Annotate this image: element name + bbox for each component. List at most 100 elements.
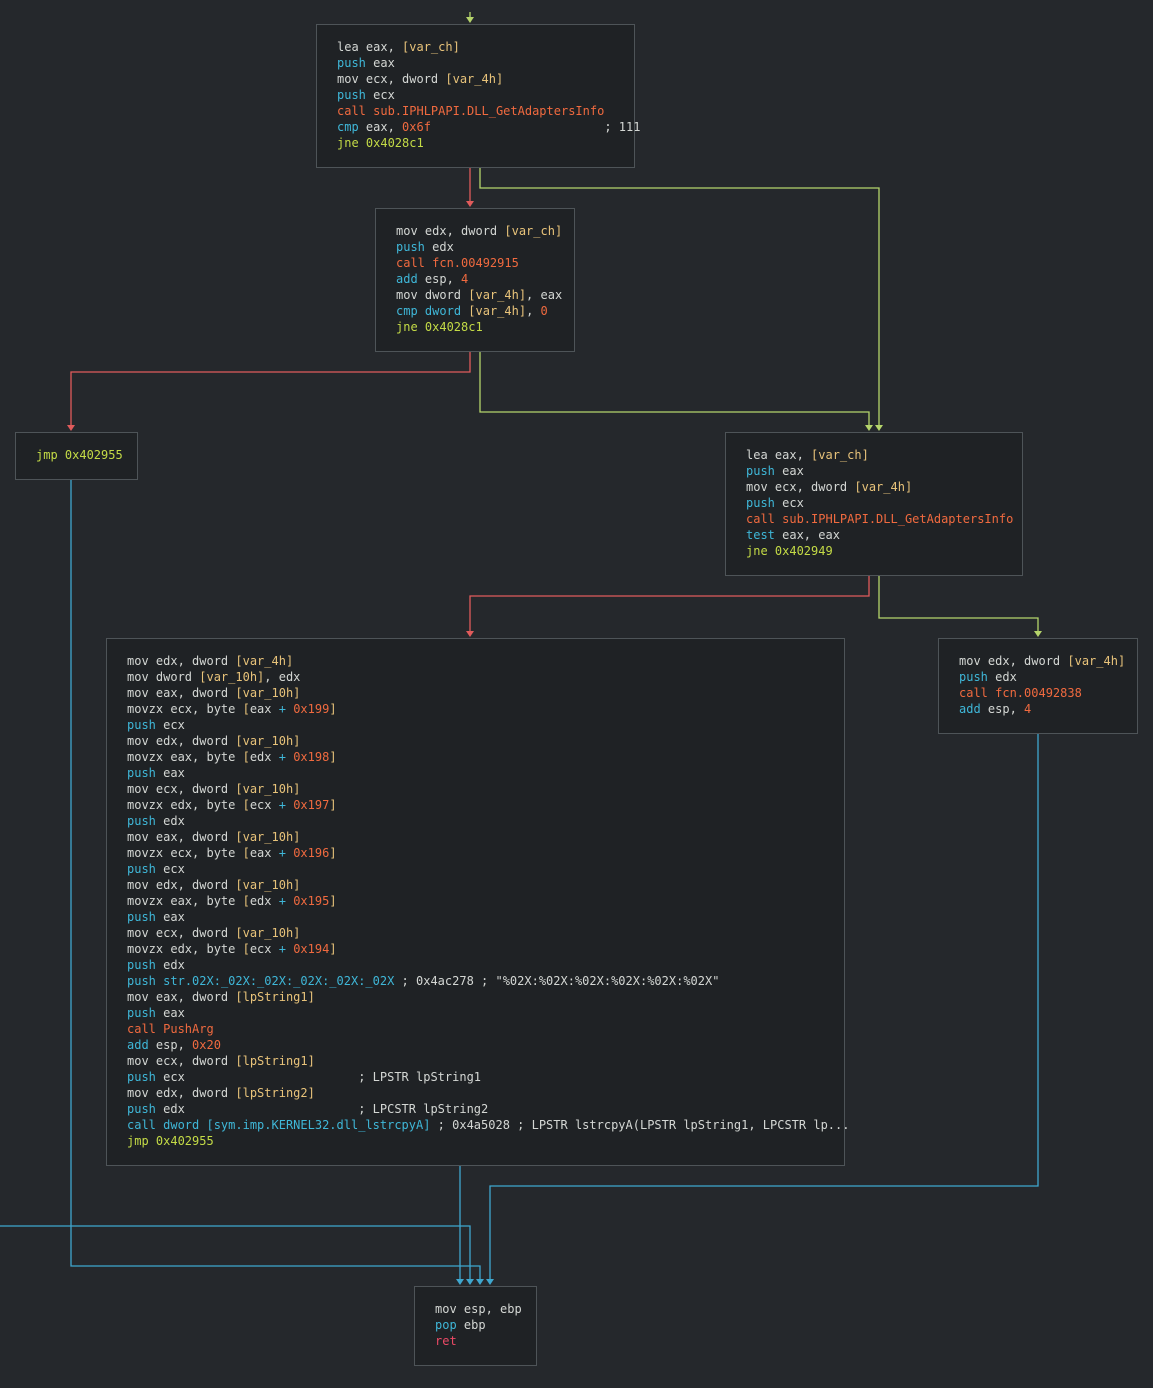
asm-line[interactable]: movzx edx, byte [ecx + 0x197]	[127, 797, 849, 813]
asm-token: 4	[1024, 702, 1032, 716]
asm-line[interactable]: push ecx	[127, 861, 849, 877]
block-b7[interactable]: mov esp, ebp pop ebp ret	[414, 1286, 537, 1366]
asm-token: 0x6f	[402, 120, 431, 134]
asm-line[interactable]: mov ecx, dword [var_4h]	[337, 71, 640, 87]
asm-line[interactable]: mov dword [var_10h], edx	[127, 669, 849, 685]
asm-line[interactable]: push ecx	[337, 87, 640, 103]
asm-line[interactable]: call PushArg	[127, 1021, 849, 1037]
asm-token: esp,	[417, 272, 462, 286]
asm-line[interactable]: mov edx, dword [lpString2]	[127, 1085, 849, 1101]
asm-token: str.02X:_02X:_02X:_02X:_02X:_02X	[163, 974, 395, 988]
asm-line[interactable]: mov edx, dword [var_10h]	[127, 733, 849, 749]
asm-token: ecx	[249, 798, 279, 812]
edge-b1-b4-arrow	[875, 425, 883, 431]
asm-line[interactable]: add esp, 4	[959, 701, 1125, 717]
asm-line[interactable]: cmp dword [var_4h], 0	[396, 303, 562, 319]
edge-b2-b4	[479, 352, 870, 426]
asm-token: ; LPCSTR lpString2	[184, 1102, 489, 1116]
asm-line[interactable]: jmp 0x402955	[36, 447, 123, 463]
asm-line[interactable]: push str.02X:_02X:_02X:_02X:_02X:_02X ; …	[127, 973, 849, 989]
asm-token: [var_10h]	[235, 878, 301, 892]
asm-token: mov edx, dword	[959, 654, 1068, 668]
block-b3[interactable]: jmp 0x402955	[15, 432, 138, 480]
asm-line[interactable]: movzx ecx, byte [eax + 0x196]	[127, 845, 849, 861]
asm-line[interactable]: mov eax, dword [lpString1]	[127, 989, 849, 1005]
block-b5[interactable]: mov edx, dword [var_4h] mov dword [var_10…	[106, 638, 849, 1166]
block-b6[interactable]: mov edx, dword [var_4h] push edx call fcn.…	[938, 638, 1138, 734]
asm-token: ]	[329, 798, 337, 812]
asm-token: [var_10h]	[235, 782, 301, 796]
asm-line[interactable]: push edx ; LPCSTR lpString2	[127, 1101, 849, 1117]
block-b2[interactable]: mov edx, dword [var_ch] push edx call fcn.…	[375, 208, 575, 352]
asm-line[interactable]: push eax	[127, 909, 849, 925]
asm-line[interactable]: mov eax, dword [var_10h]	[127, 829, 849, 845]
asm-token: eax	[155, 766, 185, 780]
asm-line[interactable]: mov ecx, dword [var_10h]	[127, 781, 849, 797]
asm-token: eax	[155, 1006, 185, 1020]
asm-line[interactable]: push edx	[959, 669, 1125, 685]
asm-line[interactable]: mov ecx, dword [var_10h]	[127, 925, 849, 941]
asm-line[interactable]: jmp 0x402955	[127, 1133, 849, 1149]
asm-line[interactable]: push eax	[746, 463, 1013, 479]
asm-line[interactable]: jne 0x4028c1	[396, 319, 562, 335]
asm-line[interactable]: mov ecx, dword [var_4h]	[746, 479, 1013, 495]
asm-token: push	[127, 766, 156, 780]
asm-token: push	[127, 974, 156, 988]
block-b4[interactable]: lea eax, [var_ch] push eax mov ecx, dword …	[725, 432, 1023, 576]
asm-line[interactable]: add esp, 4	[396, 271, 562, 287]
asm-token: push	[127, 1070, 156, 1084]
asm-line[interactable]: push ecx ; LPSTR lpString1	[127, 1069, 849, 1085]
asm-line[interactable]: jne 0x4028c1	[337, 135, 640, 151]
asm-token: push	[396, 240, 425, 254]
asm-token: cmp	[396, 304, 418, 318]
asm-line[interactable]: push eax	[127, 765, 849, 781]
asm-token: push	[127, 814, 156, 828]
asm-token: jne 0x402949	[746, 544, 833, 558]
asm-line[interactable]: call fcn.00492915	[396, 255, 562, 271]
asm-line[interactable]: movzx ecx, byte [eax + 0x199]	[127, 701, 849, 717]
asm-line[interactable]: movzx eax, byte [edx + 0x198]	[127, 749, 849, 765]
asm-line[interactable]: ret	[435, 1333, 522, 1349]
asm-line[interactable]: add esp, 0x20	[127, 1037, 849, 1053]
asm-line[interactable]: mov edx, dword [var_4h]	[127, 653, 849, 669]
block-b6-code: mov edx, dword [var_4h] push edx call fcn.…	[959, 653, 1125, 717]
asm-line[interactable]: call fcn.00492838	[959, 685, 1125, 701]
block-b1[interactable]: lea eax, [var_ch] push eax mov ecx, dword …	[316, 24, 640, 168]
asm-line[interactable]: movzx edx, byte [ecx + 0x194]	[127, 941, 849, 957]
asm-token: lea eax,	[746, 448, 812, 462]
asm-line[interactable]: jne 0x402949	[746, 543, 1013, 559]
asm-token: [	[242, 942, 250, 956]
asm-line[interactable]: mov esp, ebp	[435, 1301, 522, 1317]
asm-line[interactable]: push edx	[127, 813, 849, 829]
asm-line[interactable]: mov edx, dword [var_10h]	[127, 877, 849, 893]
asm-token: add	[396, 272, 418, 286]
asm-line[interactable]: mov edx, dword [var_4h]	[959, 653, 1125, 669]
asm-line[interactable]: lea eax, [var_ch]	[746, 447, 1013, 463]
asm-line[interactable]: call sub.IPHLPAPI.DLL_GetAdaptersInfo	[746, 511, 1013, 527]
asm-line[interactable]: cmp eax, 0x6f ; 111	[337, 119, 640, 135]
asm-token: esp,	[148, 1038, 193, 1052]
asm-line[interactable]: call sub.IPHLPAPI.DLL_GetAdaptersInfo	[337, 103, 640, 119]
asm-line[interactable]: push edx	[396, 239, 562, 255]
asm-line[interactable]: test eax, eax	[746, 527, 1013, 543]
asm-line[interactable]: push ecx	[127, 717, 849, 733]
asm-token: ret	[435, 1334, 457, 1348]
asm-line[interactable]: movzx eax, byte [edx + 0x195]	[127, 893, 849, 909]
asm-line[interactable]: push ecx	[746, 495, 1013, 511]
asm-line[interactable]: push edx	[127, 957, 849, 973]
asm-line[interactable]: lea eax, [var_ch]	[337, 39, 640, 55]
asm-token: 0x20	[192, 1038, 221, 1052]
asm-line[interactable]: push eax	[337, 55, 640, 71]
asm-line[interactable]: mov ecx, dword [lpString1]	[127, 1053, 849, 1069]
edge-b2-b4-arrow	[865, 425, 873, 431]
asm-line[interactable]: mov edx, dword [var_ch]	[396, 223, 562, 239]
asm-token: edx	[155, 814, 185, 828]
asm-line[interactable]: mov eax, dword [var_10h]	[127, 685, 849, 701]
asm-token: push	[127, 958, 156, 972]
asm-line[interactable]: call dword [sym.imp.KERNEL32.dll_lstrcpy…	[127, 1117, 849, 1133]
asm-token: ]	[329, 846, 337, 860]
asm-line[interactable]: pop ebp	[435, 1317, 522, 1333]
asm-line[interactable]: push eax	[127, 1005, 849, 1021]
asm-line[interactable]: mov dword [var_4h], eax	[396, 287, 562, 303]
asm-token: mov ecx, dword	[746, 480, 855, 494]
